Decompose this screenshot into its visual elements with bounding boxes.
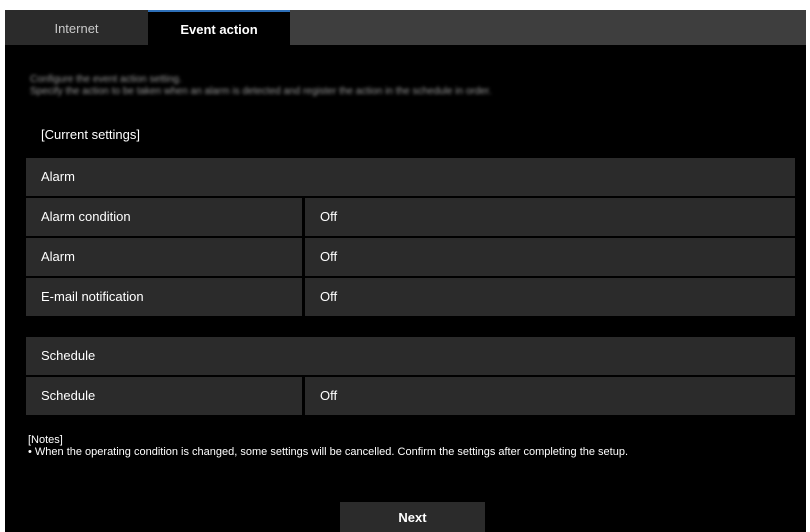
tab-event-action[interactable]: Event action <box>148 10 290 45</box>
row-label: Alarm <box>41 249 75 264</box>
intro-line-2: Specify the action to be taken when an a… <box>30 86 492 97</box>
schedule-section-header: Schedule <box>26 337 795 375</box>
row-value: Off <box>320 249 338 264</box>
schedule-section-title: Schedule <box>41 348 96 363</box>
row-value: Off <box>320 289 338 304</box>
notes-title: [Notes] <box>28 434 63 446</box>
setup-wizard-panel: Internet Event action Configure the even… <box>5 10 806 532</box>
row-value: Off <box>320 209 338 224</box>
tab-internet[interactable]: Internet <box>5 10 148 45</box>
notes-text: • When the operating condition is change… <box>28 446 629 458</box>
row-label-cell: Alarm condition <box>26 198 302 236</box>
row-label-cell: E-mail notification <box>26 278 302 316</box>
current-settings-heading: [Current settings] <box>41 127 140 142</box>
row-value-cell: Off <box>305 238 795 276</box>
row-value: Off <box>320 388 338 403</box>
notes-block: [Notes] • When the operating condition i… <box>28 434 628 458</box>
intro-line-1: Configure the event action setting. <box>30 74 182 85</box>
row-value-cell: Off <box>305 377 795 415</box>
intro-text: Configure the event action setting. Spec… <box>30 74 790 98</box>
alarm-section-header: Alarm <box>26 158 795 196</box>
row-value-cell: Off <box>305 278 795 316</box>
table-row-alarm: Alarm Off <box>26 238 795 276</box>
table-row-alarm-condition: Alarm condition Off <box>26 198 795 236</box>
row-value-cell: Off <box>305 198 795 236</box>
row-label-cell: Schedule <box>26 377 302 415</box>
row-label-cell: Alarm <box>26 238 302 276</box>
table-row-email-notification: E-mail notification Off <box>26 278 795 316</box>
alarm-section-title: Alarm <box>41 169 75 184</box>
table-row-schedule: Schedule Off <box>26 377 795 415</box>
row-label: Schedule <box>41 388 96 403</box>
row-label: Alarm condition <box>41 209 131 224</box>
tab-bar: Internet Event action <box>5 10 806 45</box>
row-label: E-mail notification <box>41 289 144 304</box>
next-button[interactable]: Next <box>340 502 485 532</box>
